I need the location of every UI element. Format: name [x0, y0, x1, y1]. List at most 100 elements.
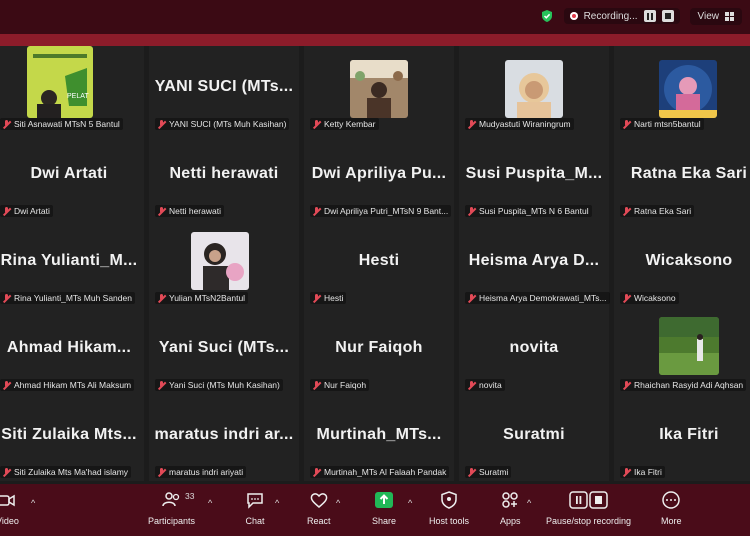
- mic-muted-icon: [623, 467, 630, 477]
- participant-tile[interactable]: novita novita: [459, 307, 609, 394]
- participant-name-tag: Dwi Apriliya Putri_MTsN 9 Bant...: [310, 205, 452, 217]
- participant-tile[interactable]: Dwi Apriliya Pu... Dwi Apriliya Putri_MTs…: [304, 133, 454, 220]
- participant-tile[interactable]: maratus indri ar... maratus indri ariyati: [149, 394, 299, 481]
- mic-muted-icon: [158, 380, 165, 390]
- participant-tile[interactable]: Netti herawati Netti herawati: [149, 133, 299, 220]
- recording-label: Recording...: [583, 10, 638, 22]
- participants-label: Participants: [148, 516, 196, 526]
- apps-button[interactable]: Apps: [500, 490, 521, 526]
- chat-button[interactable]: Chat: [245, 490, 265, 526]
- participant-name-tag: Ketty Kembar: [310, 118, 379, 130]
- participant-display-name: Ahmad Hikam...: [6, 339, 132, 356]
- participant-name-label: Murtinah_MTs Al Falaah Pandak: [324, 467, 447, 477]
- participant-name-label: Siti Zulaika Mts Ma'had islamy: [14, 467, 129, 477]
- pause-stop-recording-button[interactable]: Pause/stop recording: [546, 490, 631, 526]
- stop-recording-button[interactable]: [661, 10, 674, 22]
- view-button[interactable]: View: [689, 7, 742, 25]
- mic-muted-icon: [313, 380, 320, 390]
- participant-name-tag: Yulian MTsN2Bantul: [155, 292, 249, 304]
- security-shield-icon[interactable]: [540, 9, 554, 23]
- participant-video-thumbnail: [350, 60, 408, 118]
- participant-tile[interactable]: Nur Faiqoh Nur Faiqoh: [304, 307, 454, 394]
- more-dots-icon: [662, 491, 680, 509]
- participant-display-name: novita: [509, 339, 559, 356]
- participant-tile[interactable]: Yani Suci (MTs... Yani Suci (MTs Muh Kasi…: [149, 307, 299, 394]
- participants-icon: [161, 492, 179, 507]
- mic-muted-icon: [623, 119, 630, 129]
- participant-tile[interactable]: Siti Zulaika Mts... Siti Zulaika Mts Ma'h…: [0, 394, 144, 481]
- react-button[interactable]: React: [307, 490, 331, 526]
- mic-muted-icon: [468, 467, 475, 477]
- participant-name-label: Siti Asnawati MTsN 5 Bantul: [14, 119, 120, 129]
- participant-tile[interactable]: Heisma Arya D... Heisma Arya Demokrawati_…: [459, 220, 610, 307]
- participant-tile[interactable]: Ahmad Hikam... Ahmad Hikam MTs Ali Maksum: [0, 307, 144, 394]
- participant-tile[interactable]: Susi Puspita_M... Susi Puspita_MTs N 6 Ba…: [459, 133, 609, 220]
- participant-name-tag: novita: [465, 379, 505, 391]
- participant-video-thumbnail: PELAT: [27, 46, 93, 118]
- participant-display-name: Dwi Artati: [30, 165, 108, 182]
- mic-muted-icon: [623, 293, 630, 303]
- participant-display-name: maratus indri ar...: [154, 426, 294, 443]
- participant-tile[interactable]: Murtinah_MTs... Murtinah_MTs Al Falaah Pa…: [304, 394, 454, 481]
- apps-options-chevron-icon[interactable]: ^: [527, 498, 531, 508]
- mic-muted-icon: [158, 293, 165, 303]
- participant-name-tag: Siti Asnawati MTsN 5 Bantul: [0, 118, 123, 130]
- participant-tile[interactable]: PELAT Siti Asnawati MTsN 5 Bantul: [0, 46, 144, 133]
- video-button[interactable]: Video: [0, 490, 19, 526]
- participant-tile[interactable]: Hesti Hesti: [304, 220, 454, 307]
- mic-muted-icon: [623, 380, 630, 390]
- mic-muted-icon: [158, 119, 165, 129]
- top-bar-controls: Recording... View: [540, 5, 742, 27]
- participant-tile[interactable]: Rina Yulianti_M... Rina Yulianti_MTs Muh …: [0, 220, 144, 307]
- participant-video-thumbnail: [659, 317, 719, 375]
- participant-name-label: Rina Yulianti_MTs Muh Sanden: [14, 293, 132, 303]
- participant-tile[interactable]: Mudyastuti Wiraningrum: [459, 46, 609, 133]
- pause-stop-icon: [568, 491, 608, 509]
- video-options-chevron-icon[interactable]: ^: [31, 498, 35, 508]
- video-label: Video: [0, 516, 19, 526]
- more-button[interactable]: More: [661, 490, 682, 526]
- mic-muted-icon: [3, 119, 10, 129]
- participant-name-label: Rhaichan Rasyid Adi Aqhsan: [634, 380, 744, 390]
- participant-display-name: Ika Fitri: [659, 426, 719, 443]
- chat-options-chevron-icon[interactable]: ^: [275, 498, 279, 508]
- pause-stop-label: Pause/stop recording: [546, 516, 632, 526]
- host-shield-icon: [441, 491, 457, 509]
- participant-display-name: Yani Suci (MTs...: [158, 339, 290, 356]
- participant-display-name: Rina Yulianti_M...: [0, 252, 138, 269]
- apps-icon: [502, 492, 518, 508]
- participant-name-tag: Siti Zulaika Mts Ma'had islamy: [0, 466, 132, 478]
- participant-name-tag: Suratmi: [465, 466, 512, 478]
- react-options-chevron-icon[interactable]: ^: [336, 498, 340, 508]
- participant-tile[interactable]: Ika Fitri Ika Fitri: [614, 394, 750, 481]
- participant-name-tag: Nur Faiqoh: [310, 379, 370, 391]
- participant-tile[interactable]: YANI SUCI (MTs... YANI SUCI (MTs Muh Kasi…: [149, 46, 299, 133]
- participant-name-label: Suratmi: [479, 467, 509, 477]
- recording-indicator[interactable]: Recording...: [563, 8, 680, 24]
- mic-muted-icon: [158, 467, 165, 477]
- participants-options-chevron-icon[interactable]: ^: [208, 498, 212, 508]
- mic-muted-icon: [313, 119, 320, 129]
- participant-name-label: Hesti: [324, 293, 344, 303]
- participant-tile[interactable]: Rhaichan Rasyid Adi Aqhsan: [614, 307, 750, 394]
- participant-name-tag: Heisma Arya Demokrawati_MTs...: [465, 292, 610, 304]
- participant-display-name: Hesti: [358, 252, 400, 269]
- participant-name-label: maratus indri ariyati: [169, 467, 244, 477]
- participant-tile[interactable]: Yulian MTsN2Bantul: [149, 220, 299, 307]
- mic-muted-icon: [313, 206, 320, 216]
- mic-muted-icon: [3, 293, 10, 303]
- participant-tile[interactable]: Ketty Kembar: [304, 46, 454, 133]
- participant-tile[interactable]: Narti mtsn5bantul: [614, 46, 750, 133]
- participant-name-label: Mudyastuti Wiraningrum: [479, 119, 571, 129]
- host-tools-button[interactable]: Host tools: [429, 490, 469, 526]
- participant-tile[interactable]: Suratmi Suratmi: [459, 394, 609, 481]
- share-options-chevron-icon[interactable]: ^: [408, 498, 412, 508]
- share-label: Share: [372, 516, 397, 526]
- participant-tile[interactable]: Wicaksono Wicaksono: [614, 220, 750, 307]
- share-button[interactable]: Share: [372, 490, 396, 526]
- video-camera-icon: [0, 494, 16, 507]
- participant-tile[interactable]: Ratna Eka Sari Ratna Eka Sari: [614, 133, 750, 220]
- mic-muted-icon: [3, 467, 10, 477]
- participant-tile[interactable]: Dwi Artati Dwi Artati: [0, 133, 144, 220]
- pause-recording-button[interactable]: [643, 10, 656, 22]
